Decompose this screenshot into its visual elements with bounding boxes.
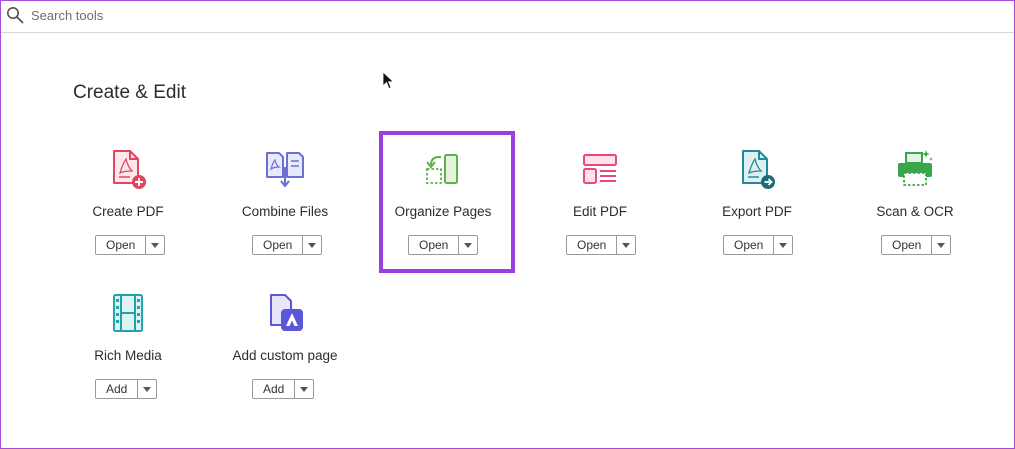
tools-panel: Create & Edit Create PDF Open <box>0 0 1015 449</box>
tool-add-custom-page[interactable]: Add custom page Add <box>220 283 350 423</box>
chevron-down-icon <box>779 242 788 248</box>
export-pdf-dropdown-button[interactable] <box>773 236 792 254</box>
combine-files-icon <box>266 152 304 188</box>
tool-edit-pdf[interactable]: Edit PDF Open <box>535 139 665 279</box>
tool-export-pdf[interactable]: Export PDF Open <box>692 139 822 279</box>
highlight-box <box>379 131 515 273</box>
create-pdf-open-button[interactable]: Open <box>96 236 145 254</box>
combine-files-dropdown-button[interactable] <box>302 236 321 254</box>
edit-pdf-icon <box>583 154 617 184</box>
chevron-down-icon <box>300 386 309 392</box>
add-custom-page-add-button[interactable]: Add <box>253 380 294 398</box>
chevron-down-icon <box>937 242 946 248</box>
export-pdf-icon <box>742 150 775 189</box>
tool-label: Edit PDF <box>572 204 627 219</box>
mouse-cursor-icon <box>382 71 395 90</box>
scan-ocr-dropdown-button[interactable] <box>931 236 950 254</box>
scan-ocr-split-button: Open <box>881 235 952 255</box>
tool-rich-media[interactable]: Rich Media Add <box>63 283 193 423</box>
add-custom-page-split-button: Add <box>252 379 315 399</box>
tool-scan-ocr[interactable]: Scan & OCR Open <box>850 139 980 279</box>
tool-label: Create PDF <box>92 204 164 219</box>
section-title: Create & Edit <box>73 82 186 103</box>
search-bar <box>1 1 1014 33</box>
chevron-down-icon <box>151 242 160 248</box>
scan-ocr-open-button[interactable]: Open <box>882 236 931 254</box>
add-custom-page-icon <box>270 294 303 331</box>
create-pdf-dropdown-button[interactable] <box>145 236 164 254</box>
search-icon[interactable] <box>6 6 24 24</box>
export-pdf-split-button: Open <box>723 235 794 255</box>
search-input[interactable] <box>31 5 631 25</box>
edit-pdf-open-button[interactable]: Open <box>567 236 616 254</box>
create-pdf-split-button: Open <box>95 235 166 255</box>
combine-files-open-button[interactable]: Open <box>253 236 302 254</box>
create-pdf-icon <box>113 150 146 189</box>
scan-ocr-icon <box>898 150 933 186</box>
add-custom-page-dropdown-button[interactable] <box>294 380 313 398</box>
chevron-down-icon <box>143 386 152 392</box>
tool-combine-files[interactable]: Combine Files Open <box>220 139 350 279</box>
chevron-down-icon <box>308 242 317 248</box>
edit-pdf-dropdown-button[interactable] <box>616 236 635 254</box>
tool-label: Combine Files <box>241 204 329 219</box>
tool-label: Rich Media <box>94 348 162 363</box>
rich-media-add-button[interactable]: Add <box>96 380 137 398</box>
rich-media-split-button: Add <box>95 379 158 399</box>
tool-label: Add custom page <box>232 348 338 363</box>
export-pdf-open-button[interactable]: Open <box>724 236 773 254</box>
edit-pdf-split-button: Open <box>566 235 637 255</box>
tool-create-pdf[interactable]: Create PDF Open <box>63 139 193 279</box>
rich-media-dropdown-button[interactable] <box>137 380 156 398</box>
rich-media-icon <box>113 294 143 332</box>
tool-label: Export PDF <box>722 204 792 219</box>
tool-label: Scan & OCR <box>876 204 954 219</box>
combine-files-split-button: Open <box>252 235 323 255</box>
chevron-down-icon <box>622 242 631 248</box>
